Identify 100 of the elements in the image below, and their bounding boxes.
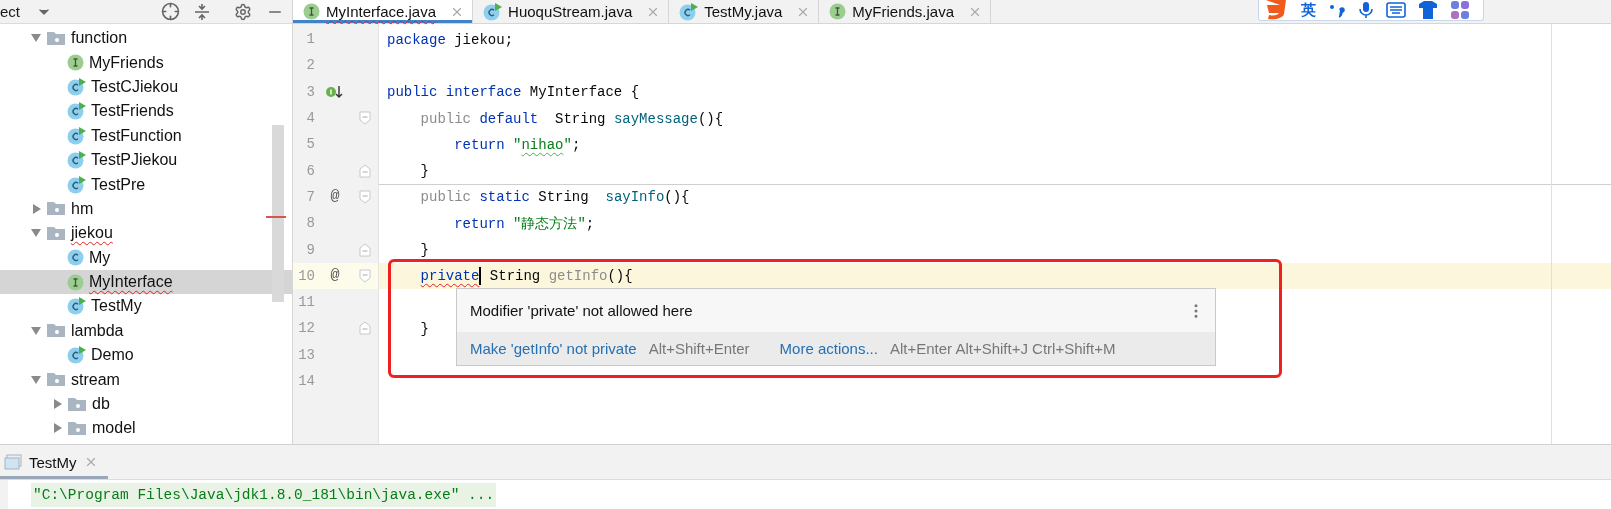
tree-item-label: MyInterface [89,273,173,292]
annotation-marker[interactable]: @ [330,188,340,206]
line-number: 12 [297,320,315,337]
line-number: 8 [305,215,315,232]
tree-item[interactable]: stream [0,367,292,392]
editor-tab[interactable]: MyFriends.java [819,0,992,23]
keyboard-icon[interactable] [1386,2,1406,18]
code-token: return [454,136,505,153]
tree-item[interactable]: function [0,26,292,51]
code-token: package [387,31,446,48]
folder-icon [46,30,66,46]
collapse-all-icon[interactable] [194,2,210,21]
tree-item[interactable]: TestCJiekou [0,74,292,100]
quick-fix-link[interactable]: Make 'getInfo' not private [470,340,637,357]
quick-fix-link[interactable]: More actions... [779,340,878,357]
tree-item[interactable]: MyFriends [0,50,292,75]
tree-item[interactable]: TestMy [0,294,292,319]
code-token: ; [571,136,581,153]
tree-item[interactable]: model [0,416,292,441]
tree-item[interactable]: hm [0,196,292,222]
fold-marker-icon[interactable] [359,242,371,257]
line-number: 2 [305,57,315,74]
folder-icon [46,372,66,388]
line-number: 11 [297,294,315,311]
tab-label: HuoquStream.java [508,3,633,20]
tree-item-label: My [89,248,111,267]
tree-item[interactable]: TestFriends [0,99,292,124]
runnable-class-icon [67,175,86,194]
grid-icon[interactable] [1450,1,1470,19]
tree-item[interactable]: db [0,391,292,417]
folder-icon [46,225,66,241]
line-number: 10 [297,267,315,284]
line-number: 1 [305,31,315,48]
code-token: " [563,136,572,153]
annotation-marker[interactable]: @ [330,267,340,285]
line-number: 4 [305,110,315,127]
code-token: String [538,189,590,206]
locate-icon[interactable] [161,2,180,21]
tree-item-label: TestFunction [91,126,182,145]
runnable-class-icon [679,2,699,21]
tree-item[interactable]: My [0,245,292,270]
implemented-marker-icon[interactable] [325,83,345,100]
line-number: 5 [305,136,315,153]
code-token: ; [585,215,595,232]
line-number: 9 [305,241,315,258]
fold-marker-icon[interactable] [359,321,371,336]
shirt-icon[interactable] [1418,1,1438,19]
runnable-class-icon [483,2,503,21]
tab-label: MyFriends.java [852,3,955,20]
fold-marker-icon[interactable] [359,111,371,126]
tree-item[interactable]: TestFunction [0,123,292,148]
tree-item-label: model [92,419,136,438]
code-token: getInfo [548,268,608,285]
code-token: private [420,268,480,285]
tree-item-label: TestFriends [91,102,174,121]
console-icon [4,454,22,470]
interface-icon [67,54,84,72]
console-output: "C:\Program Files\Java\jdk1.8.0_181\bin\java.exe" ... [31,482,497,507]
code-token: (){ [607,268,633,285]
editor-tab[interactable]: MyInterface.java [293,0,474,23]
tree-item-label: stream [71,370,120,389]
tree-item-label: TestPre [91,175,146,194]
punctuation-icon[interactable] [1328,2,1346,18]
tree-item-label: lambda [71,321,124,340]
line-number: 6 [305,162,315,179]
tree-item[interactable]: TestPre [0,172,292,197]
line-number: 3 [305,83,315,100]
runnable-class-icon [67,102,86,121]
language-indicator[interactable]: 英 [1301,0,1316,20]
tree-item-label: TestMy [91,297,142,316]
interface-icon [67,273,84,291]
folder-icon [46,201,66,217]
tree-item[interactable]: TestPJiekou [0,147,292,173]
code-token: String [555,110,607,127]
fold-marker-icon[interactable] [359,163,371,178]
line-number: 14 [297,373,315,389]
fold-marker-icon[interactable] [359,189,371,204]
runnable-class-icon [67,77,86,96]
microphone-icon[interactable] [1358,1,1374,19]
code-token: "静态方法" [513,214,586,233]
tree-item-label: function [71,29,128,48]
code-token: static [479,189,530,206]
tree-item[interactable]: MyInterface [0,269,292,295]
editor-tab[interactable]: TestMy.java [669,0,820,23]
tree-item[interactable]: jiekou [0,221,292,246]
tree-item-label: Demo [91,346,134,365]
tree-item-label: MyFriends [89,53,164,72]
tree-item[interactable]: Demo [0,343,292,368]
code-token: nihao [521,136,564,153]
tree-item-label: TestCJiekou [91,77,179,96]
settings-icon[interactable] [234,2,252,21]
editor-tab[interactable]: HuoquStream.java [473,0,670,23]
folder-icon [46,323,66,339]
runnable-class-icon [67,126,86,145]
panel-title[interactable]: ect [0,3,20,20]
run-tab[interactable]: TestMy [0,445,108,479]
scrollbar-thumb[interactable] [272,125,284,302]
fold-marker-icon[interactable] [359,268,371,283]
line-number: 7 [305,188,315,205]
tree-item[interactable]: lambda [0,318,292,344]
